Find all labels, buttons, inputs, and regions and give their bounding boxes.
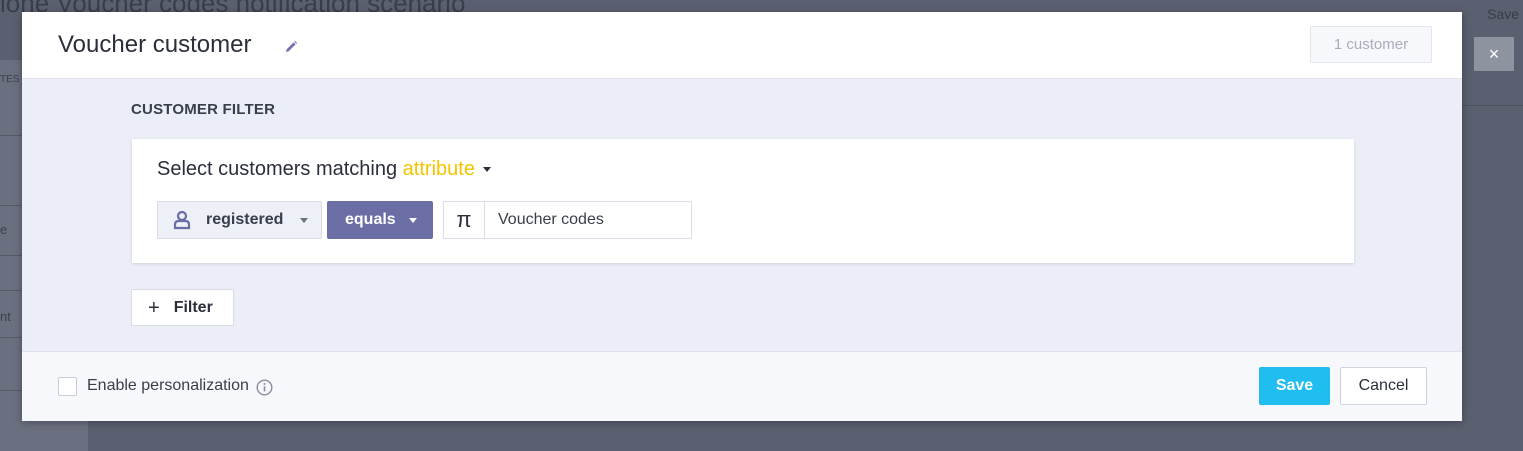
caret-down-icon xyxy=(482,167,491,173)
pi-icon[interactable]: π xyxy=(444,202,485,238)
attribute-label: registered xyxy=(206,211,284,228)
modal-header: Voucher customer 1 customer xyxy=(22,12,1462,79)
pencil-icon[interactable] xyxy=(284,40,298,54)
voucher-customer-modal: Voucher customer 1 customer CUSTOMER FIL… xyxy=(22,12,1462,421)
filter-mode-label: attribute xyxy=(402,158,475,180)
personalization-label: Enable personalization xyxy=(87,377,249,394)
add-filter-label: Filter xyxy=(173,298,213,316)
personalization-checkbox[interactable] xyxy=(58,377,77,396)
close-icon[interactable]: × xyxy=(1474,37,1514,71)
info-icon[interactable] xyxy=(256,379,273,396)
plus-icon: + xyxy=(148,296,160,319)
filter-card: Select customers matching attribute regi… xyxy=(132,139,1354,263)
caret-down-icon xyxy=(409,218,417,223)
save-button[interactable]: Save xyxy=(1259,367,1330,405)
filter-heading-prefix: Select customers matching xyxy=(157,158,398,180)
customer-count-badge: 1 customer xyxy=(1310,26,1432,63)
attribute-dropdown[interactable]: registered xyxy=(157,201,322,239)
background-sidebar-text: e xyxy=(0,222,8,237)
modal-footer: Enable personalization Save Cancel xyxy=(22,351,1462,421)
filter-mode-dropdown[interactable]: attribute xyxy=(403,158,491,180)
background-divider xyxy=(1462,105,1523,106)
modal-title: Voucher customer xyxy=(58,31,252,58)
background-save-button: Save xyxy=(1487,6,1519,22)
background-sidebar-text: nt xyxy=(0,309,11,324)
operator-dropdown[interactable]: equals xyxy=(327,201,433,239)
cancel-button[interactable]: Cancel xyxy=(1340,367,1427,405)
user-icon xyxy=(173,210,191,230)
operator-label: equals xyxy=(345,211,396,228)
add-filter-button[interactable]: + Filter xyxy=(131,289,234,326)
filter-heading: Select customers matching attribute xyxy=(157,158,491,181)
caret-down-icon xyxy=(300,218,308,223)
background-sidebar-text: TES xyxy=(0,74,20,85)
value-field[interactable]: π Voucher codes xyxy=(443,201,692,239)
value-input[interactable]: Voucher codes xyxy=(498,202,604,238)
section-label: CUSTOMER FILTER xyxy=(131,101,276,118)
